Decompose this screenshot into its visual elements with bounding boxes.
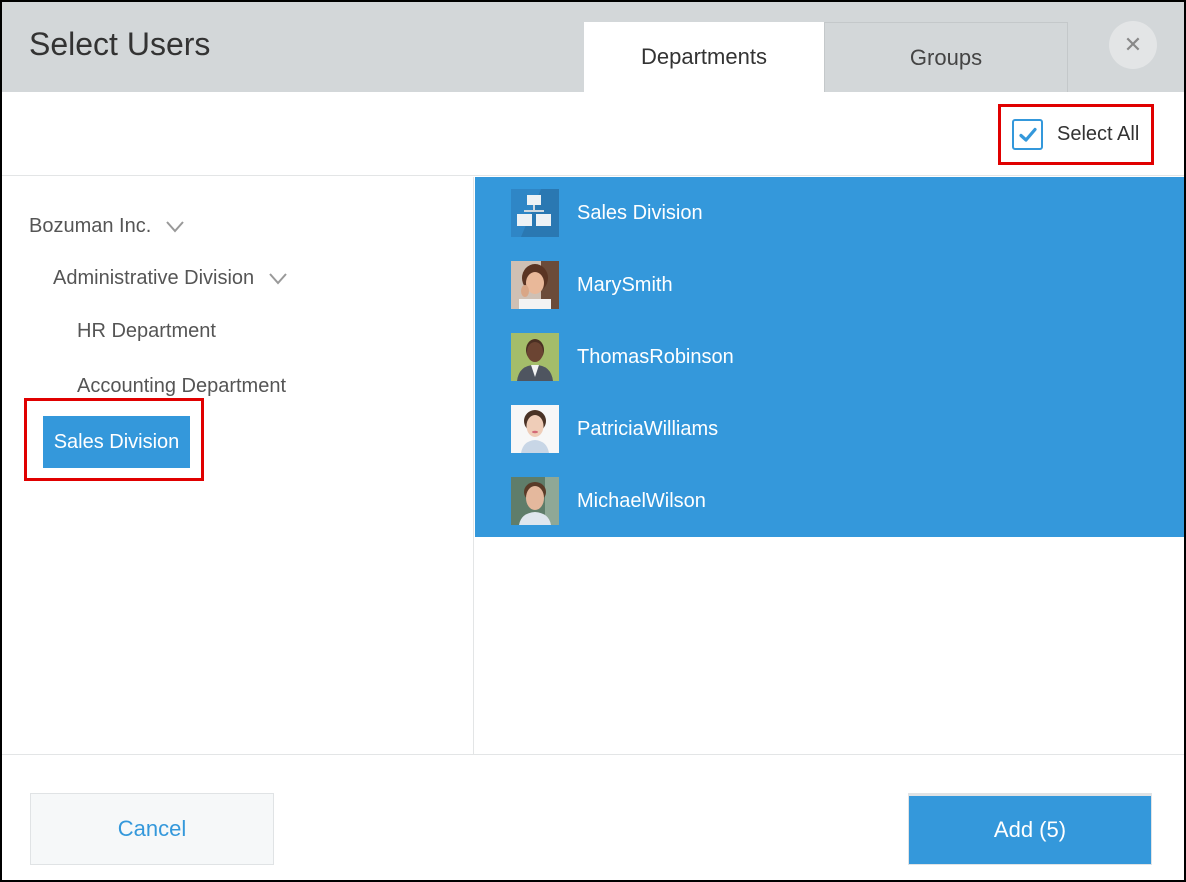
toolbar: Select All (2, 92, 1184, 176)
select-all-checkbox[interactable]: Select All (998, 104, 1154, 165)
list-item-user[interactable]: PatriciaWilliams (475, 393, 1184, 465)
tab-departments[interactable]: Departments (584, 22, 824, 92)
select-all-label: Select All (1057, 123, 1140, 145)
member-list: Sales Division MarySmith ThomasRobinson … (475, 177, 1184, 754)
cancel-button[interactable]: Cancel (30, 793, 274, 865)
tab-groups[interactable]: Groups (824, 22, 1068, 92)
list-item-label: Sales Division (577, 201, 703, 224)
list-item-user[interactable]: MichaelWilson (475, 465, 1184, 537)
chevron-down-icon[interactable] (268, 272, 288, 286)
user-avatar (511, 405, 559, 453)
close-button[interactable]: ✕ (1109, 21, 1157, 69)
department-tree: Bozuman Inc. Administrative Division HR … (2, 177, 474, 754)
cancel-button-label: Cancel (117, 816, 187, 841)
checkbox-checked[interactable] (1012, 119, 1043, 150)
list-item-label: ThomasRobinson (577, 345, 734, 368)
tree-item-label: Administrative Division (53, 267, 255, 289)
tree-item-label: Sales Division (53, 430, 180, 453)
tab-groups-label: Groups (909, 44, 983, 70)
add-button-label: Add (5) (993, 817, 1067, 842)
tree-item-accounting-department[interactable]: Accounting Department (77, 375, 286, 398)
tree-item-label: HR Department (77, 320, 216, 342)
user-avatar (511, 333, 559, 381)
user-avatar (511, 477, 559, 525)
tree-item-hr-department[interactable]: HR Department (77, 320, 216, 343)
tab-departments-label: Departments (641, 44, 767, 69)
checkmark-icon (1018, 127, 1037, 142)
org-chart-icon (511, 189, 559, 237)
list-item-label: MarySmith (577, 273, 673, 296)
list-item-label: MichaelWilson (577, 489, 706, 512)
user-avatar (511, 261, 559, 309)
dialog-header: Select Users Departments Groups ✕ (2, 2, 1184, 92)
dialog-footer: Cancel Add (5) (2, 754, 1184, 880)
list-item-user[interactable]: MarySmith (475, 249, 1184, 321)
dialog-title: Select Users (29, 26, 211, 62)
tree-item-bozuman-inc[interactable]: Bozuman Inc. (29, 215, 185, 238)
tree-item-administrative-division[interactable]: Administrative Division (53, 267, 288, 290)
list-item-department[interactable]: Sales Division (475, 177, 1184, 249)
list-item-user[interactable]: ThomasRobinson (475, 321, 1184, 393)
close-icon: ✕ (1123, 32, 1143, 57)
list-item-label: PatriciaWilliams (577, 417, 719, 440)
chevron-down-icon[interactable] (165, 220, 185, 234)
tree-item-label: Accounting Department (77, 375, 287, 397)
select-users-dialog: Select Users Departments Groups ✕ Select… (0, 0, 1186, 882)
add-button[interactable]: Add (5) (908, 793, 1152, 865)
highlight-box: Sales Division (24, 398, 204, 481)
tree-item-sales-division[interactable]: Sales Division (43, 416, 190, 468)
tree-item-label: Bozuman Inc. (29, 215, 152, 237)
